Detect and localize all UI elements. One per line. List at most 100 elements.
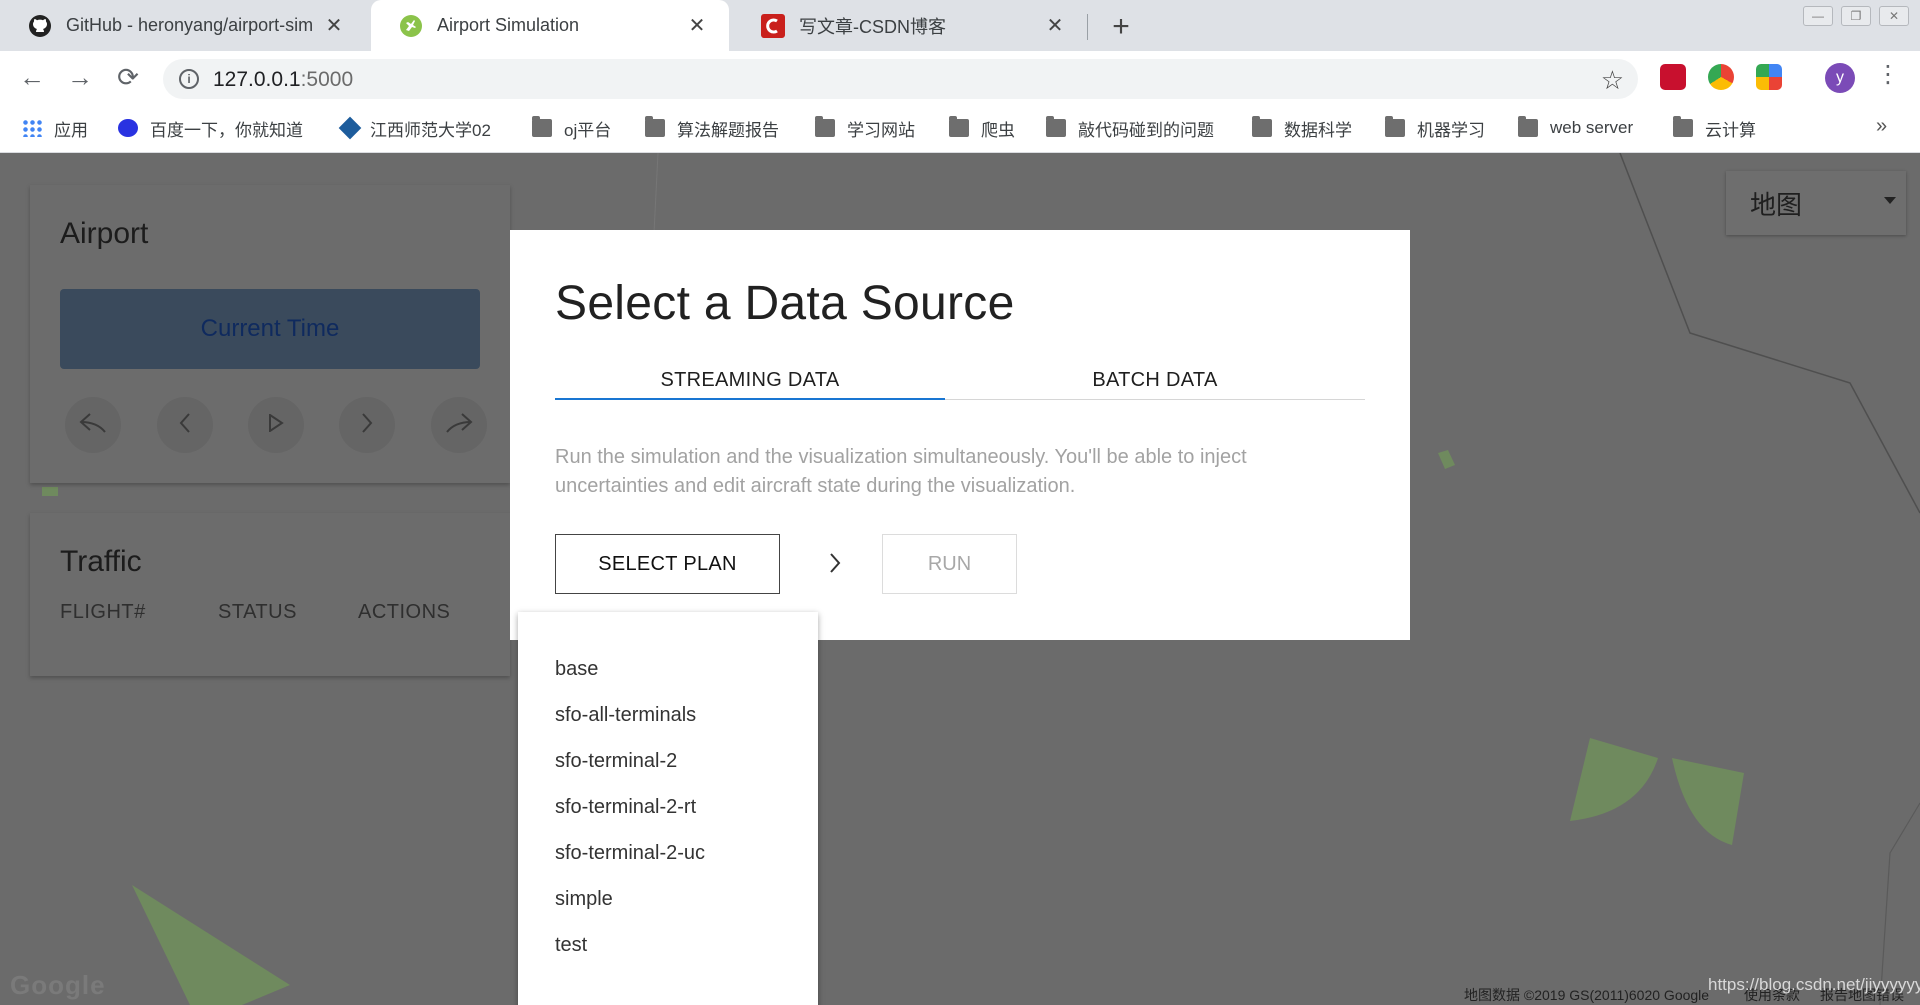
bookmark-label: 爬虫 — [981, 120, 1015, 140]
play-button[interactable] — [248, 397, 304, 453]
bookmark-label: 云计算 — [1705, 120, 1756, 140]
column-header-actions: ACTIONS — [358, 601, 451, 623]
tab-airport-simulation[interactable]: Airport Simulation ✕ — [371, 0, 729, 51]
tab-title: 写文章-CSDN博客 — [799, 16, 946, 37]
bookmark-label: 江西师范大学02 — [370, 120, 491, 140]
map-terminal-shape — [42, 487, 58, 496]
plan-option-sfo-terminal-2-uc[interactable]: sfo-terminal-2-uc — [555, 842, 705, 865]
bookmark-baidu[interactable]: 百度一下，你就知道 — [118, 115, 303, 141]
bookmark-web-server[interactable]: web server — [1518, 115, 1633, 141]
bookmark-label: 百度一下，你就知道 — [150, 120, 303, 140]
tab-title: Airport Simulation — [437, 15, 580, 35]
step-back-button[interactable] — [157, 397, 213, 453]
more-menu-icon[interactable]: ⋮ — [1876, 63, 1900, 87]
back-icon[interactable]: ← — [14, 59, 50, 95]
map-terminal-shape — [132, 885, 290, 1005]
plan-option-sfo-all-terminals[interactable]: sfo-all-terminals — [555, 704, 696, 727]
bookmark-star-icon[interactable]: ☆ — [1601, 65, 1624, 96]
bookmark-label: 数据科学 — [1284, 120, 1352, 140]
bookmark-data-science[interactable]: 数据科学 — [1252, 115, 1352, 141]
close-window-button[interactable]: ✕ — [1879, 6, 1909, 26]
address-bar[interactable]: i 127.0.0.1:5000 ☆ — [163, 59, 1638, 99]
map-type-label: 地图 — [1750, 189, 1803, 220]
bookmark-label: 应用 — [54, 120, 88, 140]
blog-watermark: https://blog.csdn.net/jiyyyyyy — [1708, 975, 1920, 994]
map-terminal-shape — [1672, 758, 1744, 845]
url-port: :5000 — [300, 68, 354, 91]
url-text: 127.0.0.1:5000 — [213, 68, 353, 92]
new-tab-button[interactable]: + — [1104, 10, 1138, 44]
browser-toolbar: ← → ⟳ i 127.0.0.1:5000 ☆ y ⋮ — [0, 51, 1920, 103]
plan-option-sfo-terminal-2-rt[interactable]: sfo-terminal-2-rt — [555, 796, 696, 819]
fast-forward-button[interactable] — [431, 397, 487, 453]
airplane-icon — [399, 14, 423, 38]
close-icon[interactable]: ✕ — [1043, 14, 1067, 38]
github-icon — [28, 14, 52, 38]
tab-separator — [1087, 14, 1088, 40]
minimize-button[interactable]: — — [1803, 6, 1833, 26]
folder-icon — [1673, 116, 1693, 137]
tab-csdn[interactable]: 写文章-CSDN博客 ✕ — [733, 0, 1087, 51]
close-icon[interactable]: ✕ — [322, 14, 346, 38]
streaming-description: Run the simulation and the visualization… — [555, 446, 1247, 497]
forward-icon[interactable]: → — [62, 59, 98, 95]
bookmark-label: 敲代码碰到的问题 — [1078, 120, 1214, 140]
url-host: 127.0.0.1 — [213, 68, 301, 91]
map-terminal-shape — [1570, 738, 1658, 821]
bookmark-jxnu[interactable]: 江西师范大学02 — [338, 115, 491, 141]
plan-option-sfo-terminal-2[interactable]: sfo-terminal-2 — [555, 750, 677, 773]
folder-icon — [949, 116, 969, 137]
bookmarks-overflow-icon[interactable]: » — [1876, 115, 1887, 138]
map-terminal-shape — [1438, 450, 1455, 469]
play-icon — [268, 412, 284, 437]
map-road-line — [653, 153, 659, 234]
rewind-button[interactable] — [65, 397, 121, 453]
bookmark-label: 算法解题报告 — [677, 120, 779, 140]
bookmark-oj[interactable]: oj平台 — [532, 115, 611, 141]
map-type-dropdown[interactable]: 地图 — [1726, 171, 1906, 235]
info-icon[interactable]: i — [179, 69, 199, 89]
folder-icon — [815, 116, 835, 137]
folder-icon — [532, 116, 552, 137]
step-forward-button[interactable] — [339, 397, 395, 453]
colorful-extension-icon[interactable] — [1756, 64, 1782, 90]
select-plan-button[interactable]: SELECT PLAN — [555, 534, 780, 594]
reload-icon[interactable]: ⟳ — [110, 59, 146, 95]
folder-icon — [1046, 116, 1066, 137]
tab-batch-data[interactable]: BATCH DATA — [945, 360, 1365, 400]
bookmark-coding-issues[interactable]: 敲代码碰到的问题 — [1046, 115, 1214, 141]
tab-streaming-data[interactable]: STREAMING DATA — [555, 360, 945, 400]
plan-option-base[interactable]: base — [555, 658, 598, 681]
airport-panel: Airport Current Time — [30, 185, 510, 483]
tab-github[interactable]: GitHub - heronyang/airport-sim ✕ — [0, 0, 366, 51]
forward-arrow-icon — [445, 412, 473, 439]
pdf-extension-icon[interactable] — [1660, 64, 1686, 90]
plan-option-test[interactable]: test — [555, 934, 587, 957]
page-content: 地图 Airport Current Time Traffic FLIGHT# … — [0, 153, 1920, 1005]
browser-tab-bar: GitHub - heronyang/airport-sim ✕ Airport… — [0, 0, 1920, 51]
current-time-display: Current Time — [60, 289, 480, 369]
folder-icon — [645, 116, 665, 137]
bookmark-learning[interactable]: 学习网站 — [815, 115, 915, 141]
plan-dropdown-menu: base sfo-all-terminals sfo-terminal-2 sf… — [518, 612, 818, 1005]
run-button[interactable]: RUN — [882, 534, 1017, 594]
restore-button[interactable]: ❐ — [1841, 6, 1871, 26]
bookmark-cloud[interactable]: 云计算 — [1673, 115, 1756, 141]
active-tab-indicator — [555, 398, 945, 400]
column-header-flight: FLIGHT# — [60, 601, 146, 623]
bookmark-apps[interactable]: 应用 — [22, 115, 88, 141]
profile-avatar[interactable]: y — [1825, 63, 1855, 93]
bookmark-crawler[interactable]: 爬虫 — [949, 115, 1015, 141]
bookmark-label: 学习网站 — [847, 120, 915, 140]
chrome-extension-icon[interactable] — [1708, 64, 1734, 90]
plan-option-simple[interactable]: simple — [555, 888, 613, 911]
bookmarks-bar: 应用 百度一下，你就知道 江西师范大学02 oj平台 算法解题报告 学习网站 爬… — [0, 103, 1920, 153]
apps-grid-icon — [22, 119, 42, 137]
bookmark-label: web server — [1550, 118, 1634, 137]
bookmark-ml[interactable]: 机器学习 — [1385, 115, 1485, 141]
folder-icon — [1518, 116, 1538, 137]
google-logo: Google — [10, 970, 106, 1000]
bookmark-algorithms[interactable]: 算法解题报告 — [645, 115, 779, 141]
folder-icon — [1385, 116, 1405, 137]
close-icon[interactable]: ✕ — [685, 14, 709, 38]
